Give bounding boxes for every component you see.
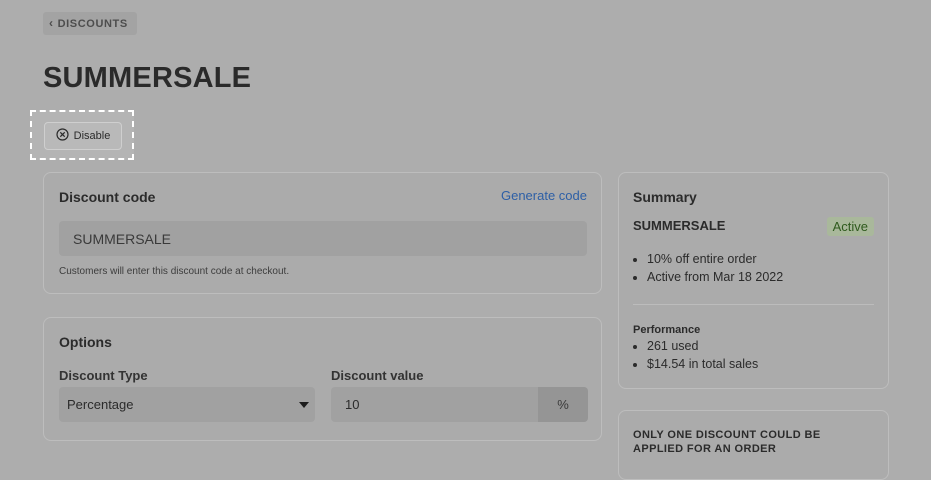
chevron-left-icon: ‹ — [49, 15, 54, 30]
status-badge: Active — [826, 217, 874, 236]
caret-down-icon — [299, 401, 309, 408]
summary-card: Summary SUMMERSALE Active 10% off entire… — [618, 172, 889, 389]
options-title: Options — [59, 334, 112, 350]
page-title: SUMMERSALE — [43, 62, 252, 94]
discount-code-input[interactable]: SUMMERSALE — [59, 221, 587, 256]
breadcrumb-label: DISCOUNTS — [57, 17, 128, 30]
summary-title: Summary — [633, 189, 697, 205]
notice-card: ONLY ONE DISCOUNT COULD BE APPLIED FOR A… — [618, 410, 889, 480]
summary-detail-item: 10% off entire order — [647, 250, 783, 268]
summary-detail-item: Active from Mar 18 2022 — [647, 268, 783, 286]
disable-button-highlight: Disable — [30, 110, 134, 160]
summary-details-list: 10% off entire order Active from Mar 18 … — [633, 250, 783, 286]
close-circle-icon — [56, 128, 69, 141]
back-to-discounts-link[interactable]: ‹ DISCOUNTS — [43, 12, 137, 35]
performance-item: 261 used — [647, 337, 758, 355]
disable-button-label: Disable — [73, 130, 111, 142]
performance-label: Performance — [633, 324, 701, 336]
disable-button[interactable]: Disable — [44, 122, 122, 150]
discount-type-label: Discount Type — [59, 368, 148, 383]
discount-code-helper: Customers will enter this discount code … — [59, 266, 290, 277]
options-card: Options Discount Type Discount value Per… — [43, 317, 602, 441]
discount-type-value: Percentage — [67, 397, 134, 412]
discount-type-select[interactable]: Percentage — [59, 387, 315, 422]
discount-code-card: Discount code Generate code SUMMERSALE C… — [43, 172, 602, 294]
summary-code: SUMMERSALE — [633, 218, 726, 233]
performance-item: $14.54 in total sales — [647, 355, 758, 373]
discount-code-title: Discount code — [59, 189, 156, 205]
discount-value-input[interactable]: 10 — [331, 387, 538, 422]
percent-suffix: % — [538, 387, 588, 422]
discount-value-label: Discount value — [331, 368, 424, 383]
single-discount-notice: ONLY ONE DISCOUNT COULD BE APPLIED FOR A… — [633, 429, 821, 455]
summary-divider — [633, 304, 874, 305]
generate-code-link[interactable]: Generate code — [501, 188, 587, 203]
performance-list: 261 used $14.54 in total sales — [633, 337, 758, 373]
